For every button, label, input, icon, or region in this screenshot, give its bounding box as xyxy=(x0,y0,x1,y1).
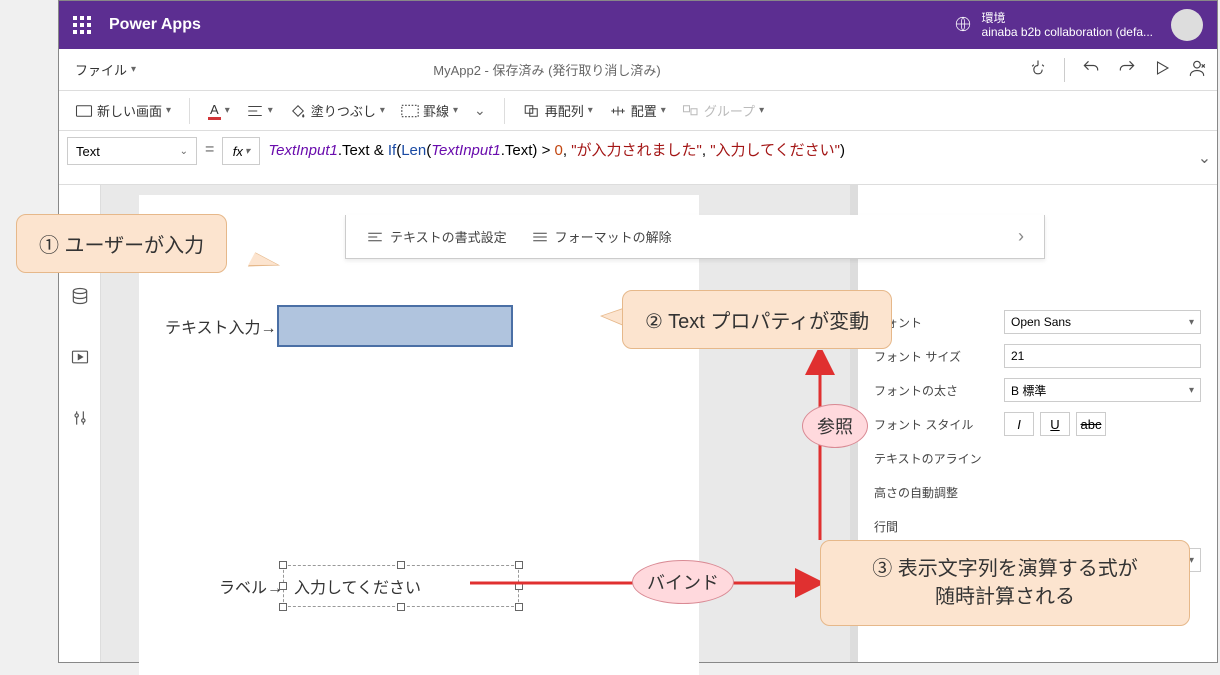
annotation-1: ① ユーザーが入力 xyxy=(16,214,227,273)
command-bar: ファイル ▾ MyApp2 - 保存済み (発行取り消し済み) xyxy=(59,49,1217,91)
italic-button[interactable]: I xyxy=(1004,412,1034,436)
font-color-icon: A xyxy=(208,102,221,120)
label-control-text: 入力してください xyxy=(294,574,421,598)
redo-button[interactable] xyxy=(1117,58,1137,81)
user-avatar[interactable] xyxy=(1171,9,1203,41)
close-icon[interactable]: › xyxy=(1018,226,1024,247)
group-label: グループ xyxy=(704,101,755,120)
chevron-down-icon: ⌄ xyxy=(474,102,486,119)
prop-font-weight: フォントの太さ B 標準▾ xyxy=(858,373,1217,407)
border-button[interactable]: 罫線 ▾ xyxy=(395,97,464,124)
home-toolbar: 新しい画面 ▾ A ▾ ▾ 塗りつぶし ▾ 罫線 ▾ ⌄ 再配列 ▾ xyxy=(59,91,1217,131)
font-weight-select[interactable]: B 標準▾ xyxy=(1004,378,1201,402)
resize-handle[interactable] xyxy=(515,603,523,611)
app-checker-icon[interactable] xyxy=(1028,58,1048,81)
file-menu[interactable]: ファイル ▾ xyxy=(69,56,142,83)
chevron-down-icon: ▾ xyxy=(759,105,764,116)
environment-label: 環境 xyxy=(982,11,1153,25)
file-menu-label: ファイル xyxy=(75,60,127,79)
fill-button[interactable]: 塗りつぶし ▾ xyxy=(283,97,391,124)
settings-icon[interactable] xyxy=(70,408,90,433)
property-selector-value: Text xyxy=(76,144,100,159)
prop-line-height: 行間 xyxy=(858,509,1217,543)
media-icon[interactable] xyxy=(70,347,90,372)
play-button[interactable] xyxy=(1153,59,1171,80)
prop-auto-height: 高さの自動調整 xyxy=(858,475,1217,509)
font-select[interactable]: Open Sans▾ xyxy=(1004,310,1201,334)
format-text-button[interactable]: テキストの書式設定 xyxy=(366,227,507,246)
position-label: 配置 xyxy=(631,101,657,120)
reorder-button[interactable]: 再配列 ▾ xyxy=(517,97,599,124)
prop-text-align: テキストのアライン xyxy=(858,441,1217,475)
border-label: 罫線 xyxy=(423,101,449,120)
product-name: Power Apps xyxy=(109,16,201,34)
resize-handle[interactable] xyxy=(279,582,287,590)
resize-handle[interactable] xyxy=(397,561,405,569)
formula-bar: Text ⌄ = fx▾ TextInput1.Text & If(Len(Te… xyxy=(59,131,1217,185)
expand-formula-button[interactable]: ⌄ xyxy=(1191,131,1217,184)
fill-label: 塗りつぶし xyxy=(311,101,376,120)
chevron-down-icon: ▾ xyxy=(661,105,666,116)
app-launcher-icon[interactable] xyxy=(73,16,91,34)
annotation-ref: 参照 xyxy=(802,404,868,448)
environment-picker[interactable]: 環境 ainaba b2b collaboration (defa... xyxy=(954,11,1153,40)
format-text-bar: テキストの書式設定 フォーマットの解除 › xyxy=(345,215,1045,259)
chevron-down-icon: ▾ xyxy=(1189,317,1194,328)
annotation-2: ② Text プロパティが変動 xyxy=(622,290,892,349)
text-input-label: テキスト入力→ xyxy=(165,314,277,338)
group-button: グループ ▾ xyxy=(676,97,770,124)
chevron-down-icon: ▾ xyxy=(245,146,250,157)
remove-format-button[interactable]: フォーマットの解除 xyxy=(531,227,672,246)
undo-button[interactable] xyxy=(1081,58,1101,81)
resize-handle[interactable] xyxy=(279,561,287,569)
prop-font-size: フォント サイズ 21 xyxy=(858,339,1217,373)
font-color-button[interactable]: A ▾ xyxy=(202,98,236,124)
chevron-down-icon: ▾ xyxy=(380,105,385,116)
strike-button[interactable]: abc xyxy=(1076,412,1106,436)
arrow-icon xyxy=(800,350,840,550)
property-selector[interactable]: Text ⌄ xyxy=(67,137,197,165)
chevron-down-icon: ⌄ xyxy=(180,146,188,157)
more-format-button[interactable]: ⌄ xyxy=(468,98,492,123)
formula-input[interactable]: TextInput1.Text & If(Len(TextInput1.Text… xyxy=(268,131,1191,184)
annotation-3: ③ 表示文字列を演算する式が随時計算される xyxy=(820,540,1190,626)
equals-sign: = xyxy=(205,141,214,159)
annotation-bind: バインド xyxy=(632,560,734,604)
prop-font: フォント Open Sans▾ xyxy=(858,305,1217,339)
align-button[interactable]: ▾ xyxy=(240,100,279,122)
resize-handle[interactable] xyxy=(279,603,287,611)
chevron-down-icon: ▾ xyxy=(131,64,136,75)
environment-name: ainaba b2b collaboration (defa... xyxy=(982,25,1153,39)
title-bar: Power Apps 環境 ainaba b2b collaboration (… xyxy=(59,1,1217,49)
chevron-down-icon: ▾ xyxy=(268,105,273,116)
label-control-caption: ラベル→ xyxy=(219,574,283,598)
font-size-input[interactable]: 21 xyxy=(1004,344,1201,368)
new-screen-button[interactable]: 新しい画面 ▾ xyxy=(69,97,177,124)
chevron-down-icon: ▾ xyxy=(166,105,171,116)
resize-handle[interactable] xyxy=(397,603,405,611)
text-input-control[interactable] xyxy=(277,305,513,347)
chevron-down-icon: ▾ xyxy=(225,105,230,116)
reorder-label: 再配列 xyxy=(545,101,584,120)
underline-button[interactable]: U xyxy=(1040,412,1070,436)
share-button[interactable] xyxy=(1187,58,1207,81)
chevron-down-icon: ▾ xyxy=(1189,385,1194,396)
position-button[interactable]: 配置 ▾ xyxy=(603,97,672,124)
document-status: MyApp2 - 保存済み (発行取り消し済み) xyxy=(433,60,661,79)
chevron-down-icon: ▾ xyxy=(453,105,458,116)
prop-font-style: フォント スタイル I U abc xyxy=(858,407,1217,441)
globe-icon xyxy=(954,15,972,36)
new-screen-label: 新しい画面 xyxy=(97,101,162,120)
chevron-down-icon: ▾ xyxy=(588,105,593,116)
fx-button[interactable]: fx▾ xyxy=(222,137,260,165)
data-icon[interactable] xyxy=(70,286,90,311)
